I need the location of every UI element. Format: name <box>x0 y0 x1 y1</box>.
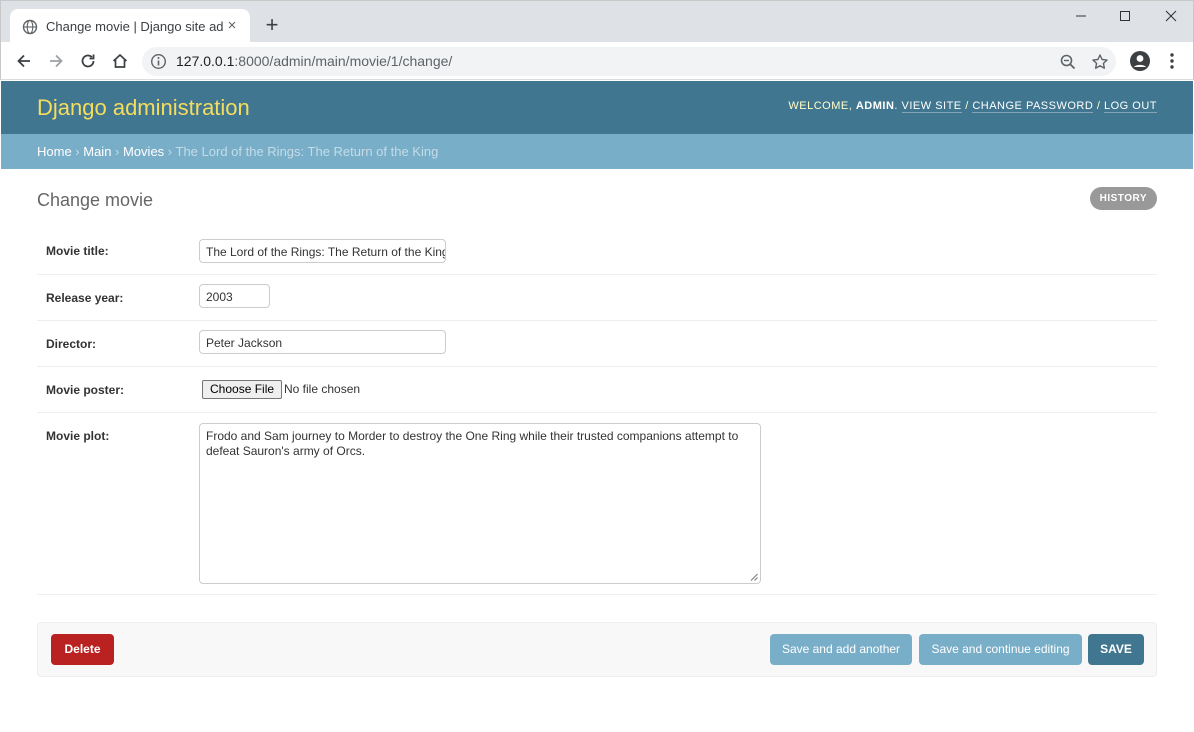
form-row-director: Director: Peter Jackson <box>37 321 1157 367</box>
resize-handle-icon[interactable] <box>750 573 758 581</box>
separator: / <box>1093 100 1104 112</box>
url-path: :8000/admin/main/movie/1/change/ <box>234 53 453 69</box>
minimize-icon[interactable] <box>1058 5 1104 29</box>
tab-strip: Change movie | Django site admin × + <box>0 0 1194 44</box>
username: ADMIN <box>855 100 895 112</box>
reload-icon[interactable] <box>76 49 100 73</box>
movie-title-label: Movie title: <box>46 244 109 258</box>
director-label: Director: <box>46 337 97 351</box>
log-out-link[interactable]: LOG OUT <box>1103 100 1157 113</box>
movie-plot-text: Frodo and Sam journey to Morder to destr… <box>206 429 739 458</box>
address-bar[interactable]: 127.0.0.1:8000/admin/main/movie/1/change… <box>142 47 1116 76</box>
back-arrow-icon[interactable] <box>12 49 36 73</box>
form-row-year: Release year: 2003 <box>37 275 1157 321</box>
profile-avatar-icon[interactable] <box>1128 49 1152 73</box>
breadcrumb-movies[interactable]: Movies <box>123 144 164 159</box>
choose-file-button[interactable]: Choose File <box>202 380 283 399</box>
info-icon[interactable] <box>150 53 167 70</box>
url-text[interactable]: 127.0.0.1:8000/admin/main/movie/1/change… <box>176 53 452 69</box>
admin-header: Django administration WELCOME, ADMIN. VI… <box>1 81 1193 134</box>
bookmark-star-icon[interactable] <box>1091 53 1109 71</box>
breadcrumb-separator: › <box>111 144 123 159</box>
separator: / <box>961 100 973 112</box>
movie-plot-textarea[interactable]: Frodo and Sam journey to Morder to destr… <box>199 423 761 584</box>
home-icon[interactable] <box>108 49 132 73</box>
form-row-plot: Movie plot: Frodo and Sam journey to Mor… <box>37 413 1157 595</box>
new-tab-button[interactable]: + <box>261 14 283 37</box>
form-row-poster: Movie poster: Choose File No file chosen <box>37 367 1157 413</box>
breadcrumb-separator: › <box>164 144 176 159</box>
view-site-link[interactable]: VIEW SITE <box>901 100 962 113</box>
menu-kebab-icon[interactable] <box>1160 49 1184 73</box>
close-tab-icon[interactable]: × <box>224 18 240 34</box>
movie-title-input[interactable]: The Lord of the Rings: The Return of the… <box>199 239 446 263</box>
browser-tab[interactable]: Change movie | Django site admin × <box>10 9 250 44</box>
save-button[interactable]: SAVE <box>1088 634 1144 665</box>
delete-button[interactable]: Delete <box>51 634 114 665</box>
breadcrumb-home[interactable]: Home <box>37 144 72 159</box>
save-add-another-button[interactable]: Save and add another <box>770 634 912 665</box>
file-status-text: No file chosen <box>284 382 361 396</box>
release-year-label: Release year: <box>46 291 124 305</box>
save-continue-button[interactable]: Save and continue editing <box>919 634 1082 665</box>
globe-icon <box>22 19 38 34</box>
change-password-link[interactable]: CHANGE PASSWORD <box>972 100 1094 113</box>
welcome-text: WELCOME, <box>788 100 856 112</box>
forward-arrow-icon[interactable] <box>44 49 68 73</box>
page-title: Change movie <box>37 190 154 210</box>
form-row-title: Movie title: The Lord of the Rings: The … <box>37 228 1157 275</box>
url-host: 127.0.0.1 <box>176 53 235 69</box>
close-window-icon[interactable] <box>1148 5 1194 29</box>
breadcrumb-main[interactable]: Main <box>83 144 111 159</box>
director-input[interactable]: Peter Jackson <box>199 330 446 354</box>
movie-poster-label: Movie poster: <box>46 383 125 397</box>
breadcrumb-separator: › <box>71 144 84 159</box>
tab-title: Change movie | Django site admin <box>46 19 224 34</box>
breadcrumb-current: The Lord of the Rings: The Return of the… <box>175 144 439 159</box>
maximize-icon[interactable] <box>1102 5 1148 29</box>
user-tools: WELCOME, ADMIN. VIEW SITE / CHANGE PASSW… <box>788 100 1157 113</box>
site-branding[interactable]: Django administration <box>37 95 250 121</box>
release-year-input[interactable]: 2003 <box>199 284 270 308</box>
movie-plot-label: Movie plot: <box>46 429 110 443</box>
browser-toolbar: 127.0.0.1:8000/admin/main/movie/1/change… <box>0 42 1194 80</box>
history-button[interactable]: HISTORY <box>1089 187 1157 210</box>
submit-row: Delete Save and add another Save and con… <box>37 622 1157 677</box>
zoom-icon[interactable] <box>1059 53 1077 71</box>
breadcrumb: Home › Main › Movies › The Lord of the R… <box>1 134 1193 169</box>
